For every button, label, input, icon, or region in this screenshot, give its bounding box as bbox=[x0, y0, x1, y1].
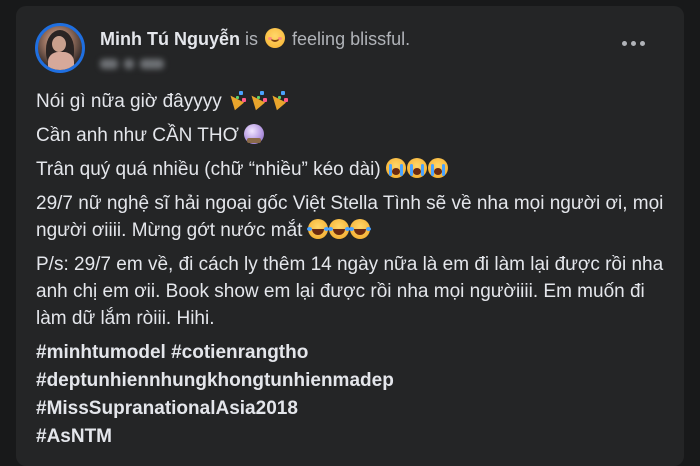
post-timestamp-blurred bbox=[100, 56, 170, 72]
post-text-line-3: Trân quý quá nhiều (chữ “nhiều” kéo dài) bbox=[36, 159, 381, 180]
hashtag-link[interactable]: #minhtumodel #cotienrangtho bbox=[36, 339, 676, 367]
tears-of-joy-icon bbox=[327, 219, 350, 239]
post-line-2: Cần anh như CẦN THƠ bbox=[36, 122, 676, 149]
post-header: Minh Tú Nguyễn is feeling blissful. bbox=[100, 26, 410, 52]
post-line-3: Trân quý quá nhiều (chữ “nhiều” kéo dài) bbox=[36, 156, 676, 183]
tears-of-joy-icon bbox=[306, 219, 329, 239]
avatar-face bbox=[52, 36, 66, 52]
hashtag-list: #minhtumodel #cotienrangtho #deptunhienn… bbox=[36, 339, 676, 451]
crystal-ball-icon bbox=[244, 124, 265, 144]
party-popper-icon bbox=[267, 90, 289, 111]
post-card: Minh Tú Nguyễn is feeling blissful. Nói … bbox=[16, 6, 684, 466]
more-options-button[interactable] bbox=[618, 32, 648, 54]
hashtag-link[interactable]: #MissSupranationalAsia2018 bbox=[36, 395, 676, 423]
post-line-5: P/s: 29/7 em về, đi cách ly thêm 14 ngày… bbox=[36, 251, 676, 332]
hashtag-link[interactable]: #deptunhiennhungkhongtunhienmadep bbox=[36, 367, 676, 395]
smiling-face-icon bbox=[265, 28, 286, 48]
post-line-4: 29/7 nữ nghệ sĩ hải ngoại gốc Việt Stell… bbox=[36, 190, 676, 244]
post-line-1: Nói gì nữa giờ đâyyyy bbox=[36, 88, 676, 115]
avatar-body bbox=[48, 52, 74, 70]
post-text-line-4: 29/7 nữ nghệ sĩ hải ngoại gốc Việt Stell… bbox=[36, 193, 664, 241]
party-popper-icon bbox=[225, 90, 247, 111]
crying-face-icon bbox=[386, 158, 406, 178]
crying-face-icon bbox=[407, 158, 427, 178]
feeling-text[interactable]: feeling blissful. bbox=[292, 29, 410, 49]
post-text-line-2: Cần anh như CẦN THƠ bbox=[36, 125, 239, 146]
more-options-icon bbox=[621, 40, 627, 46]
author-avatar[interactable] bbox=[35, 23, 85, 73]
crying-face-icon bbox=[428, 158, 448, 178]
is-label: is bbox=[245, 29, 258, 49]
hashtag-link[interactable]: #AsNTM bbox=[36, 423, 676, 451]
party-popper-icon bbox=[246, 90, 268, 111]
post-body: Nói gì nữa giờ đâyyyy Cần anh như CẦN TH… bbox=[36, 88, 676, 451]
author-name[interactable]: Minh Tú Nguyễn bbox=[100, 29, 240, 49]
post-text-line-1: Nói gì nữa giờ đâyyyy bbox=[36, 91, 222, 112]
tears-of-joy-icon bbox=[348, 219, 371, 239]
post-text-line-5: P/s: 29/7 em về, đi cách ly thêm 14 ngày… bbox=[36, 254, 664, 329]
